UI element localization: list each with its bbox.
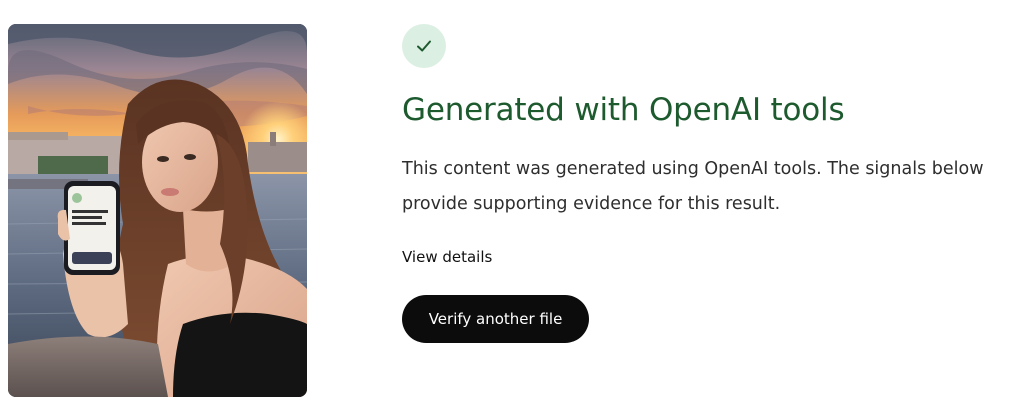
result-description: This content was generated using OpenAI … — [402, 159, 984, 214]
verify-another-file-button[interactable]: Verify another file — [402, 295, 589, 343]
result-title: Generated with OpenAI tools — [402, 92, 845, 128]
photo-illustration — [8, 24, 307, 397]
verification-result-page: Generated with OpenAI tools This content… — [0, 0, 1024, 410]
status-badge — [402, 24, 446, 68]
check-icon — [417, 40, 431, 52]
uploaded-photo — [8, 24, 307, 397]
view-details-link[interactable]: View details — [402, 246, 492, 268]
